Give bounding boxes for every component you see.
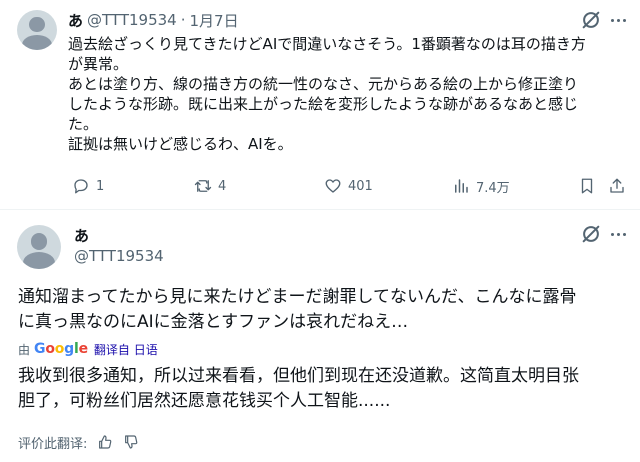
translated-from-link[interactable]: 翻译自 日语	[94, 341, 158, 358]
tweet-text-line: 過去絵ざっくり見てきたけどAIで間違いなさそう。1番顕著なのは耳の描き方	[68, 35, 586, 53]
grok-icon[interactable]	[580, 223, 602, 245]
reply-icon	[74, 179, 88, 194]
reply-tweet[interactable]: あ @TTT19534 通知溜まってたから見に来たけどまーだ謝罪してないんだ、こ…	[0, 211, 640, 462]
bookmark-icon	[581, 178, 593, 194]
more-icon[interactable]	[606, 222, 630, 246]
thumbs-up-icon[interactable]	[97, 434, 113, 450]
translation-line: 胆了，可粉丝们居然还愿意花钱买个人工智能......	[18, 391, 391, 411]
grok-icon[interactable]	[580, 9, 602, 31]
views-button[interactable]: 7.4万	[452, 176, 510, 196]
reply-text-line: に真っ黒なのにAIに金落とすファンは哀れだねえ…	[18, 312, 409, 332]
translation-attribution: 由 Google 翻译自 日语	[18, 340, 158, 358]
reply-original-text: 通知溜まってたから見に来たけどまーだ謝罪してないんだ、こんなに露骨 に真っ黒なの…	[18, 285, 628, 335]
tweet-text-line: 証拠は無いけど感じるわ、AIを。	[68, 135, 293, 153]
google-logo: Google	[34, 341, 88, 357]
author-handle[interactable]: @TTT19534	[74, 247, 164, 265]
translated-by-prefix: 由	[18, 342, 31, 357]
view-count: 7.4万	[476, 180, 510, 196]
action-bar: 1 4 401 7.4万	[68, 176, 628, 196]
reply-button[interactable]: 1	[72, 176, 104, 196]
tweet-text-line: あとは塗り方、線の描き方の統一性のなさ、元からある絵の上から修正塗り	[68, 75, 579, 93]
more-icon[interactable]	[606, 8, 630, 32]
avatar[interactable]	[17, 10, 57, 50]
like-button[interactable]: 401	[324, 176, 373, 196]
tweet-text: 過去絵ざっくり見てきたけどAIで間違いなさそう。1番顕著なのは耳の描き方 が異常…	[68, 34, 628, 154]
reply-count: 1	[96, 178, 105, 194]
reply-text-line: 通知溜まってたから見に来たけどまーだ謝罪してないんだ、こんなに露骨	[18, 287, 577, 307]
share-icon	[610, 178, 624, 193]
reply-translation: 我收到很多通知，所以过来看看，但他们到现在还没道歉。这简直太明目张 胆了，可粉丝…	[18, 364, 628, 414]
like-count: 401	[348, 178, 373, 194]
author-handle[interactable]: @TTT19534	[87, 11, 177, 29]
tweet-text-line: が異常。	[68, 55, 129, 73]
tweet[interactable]: あ @TTT19534 · 1月7日 過去絵ざっくり見てきたけどAIで間違いなさ…	[0, 0, 640, 210]
author-name[interactable]: あ	[68, 10, 83, 31]
author-name[interactable]: あ	[74, 225, 89, 246]
tweet-text-line: た。	[68, 115, 99, 133]
tweet-date[interactable]: 1月7日	[189, 10, 238, 31]
thumbs-down-icon[interactable]	[123, 434, 139, 450]
avatar[interactable]	[17, 225, 61, 269]
retweet-count: 4	[218, 178, 227, 194]
bookmark-button[interactable]	[578, 176, 602, 196]
share-button[interactable]	[608, 176, 632, 196]
heart-icon	[325, 179, 341, 193]
tweet-text-line: したような形跡。既に出来上がった絵を変形したような跡があるなあと感じ	[68, 95, 579, 113]
retweet-icon	[194, 180, 212, 192]
translation-line: 我收到很多通知，所以过来看看，但他们到现在还没道歉。这简直太明目张	[18, 366, 579, 386]
views-icon	[455, 179, 468, 193]
retweet-button[interactable]: 4	[194, 176, 226, 196]
rate-label: 评价此翻译:	[18, 436, 88, 452]
separator: ·	[180, 11, 186, 29]
rate-translation: 评价此翻译:	[18, 433, 139, 452]
tweet-header: あ @TTT19534 · 1月7日	[68, 10, 239, 30]
